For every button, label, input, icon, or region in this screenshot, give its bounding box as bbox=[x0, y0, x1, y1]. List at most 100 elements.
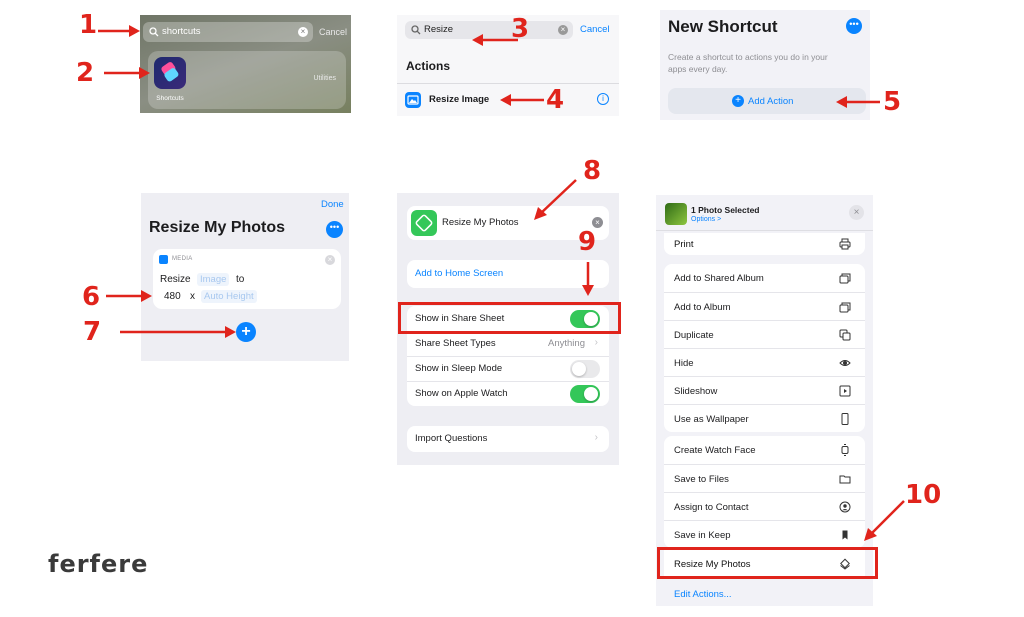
shortcuts-app-icon[interactable] bbox=[154, 57, 186, 89]
resize-my-photos-highlight bbox=[657, 547, 878, 579]
spotlight-panel: shortcuts × Cancel Shortcuts Utilities bbox=[140, 15, 351, 113]
sleep-mode-toggle[interactable] bbox=[570, 360, 600, 378]
ferfere-logo: FerFere bbox=[48, 550, 149, 578]
options-link[interactable]: Options > bbox=[691, 216, 721, 223]
arrow-2 bbox=[104, 67, 150, 79]
assign-to-contact-row[interactable]: Assign to Contact bbox=[664, 492, 865, 520]
share-sheet-header: 1 Photo Selected Options > × bbox=[656, 195, 873, 231]
arrow-7 bbox=[120, 326, 236, 338]
image-parameter[interactable]: Image bbox=[197, 273, 230, 286]
actions-search-value: Resize bbox=[424, 24, 454, 35]
bookmark-icon bbox=[842, 530, 848, 540]
editor-title: Resize My Photos bbox=[149, 219, 286, 236]
spotlight-search-field[interactable]: shortcuts × bbox=[143, 22, 313, 42]
duplicate-icon bbox=[839, 329, 851, 341]
search-icon bbox=[149, 27, 159, 37]
share-sheet-types-row[interactable]: Share Sheet Types Anything › bbox=[407, 331, 609, 356]
watch-icon bbox=[841, 444, 849, 456]
add-to-shared-album-row[interactable]: Add to Shared Album bbox=[664, 264, 865, 292]
arrow-4 bbox=[500, 94, 544, 106]
spotlight-result-row[interactable]: Shortcuts Utilities bbox=[148, 51, 346, 109]
to-label: to bbox=[236, 274, 245, 285]
share-sheet-types-value: Anything bbox=[548, 338, 585, 349]
times-label: x bbox=[190, 291, 195, 302]
shared-album-icon bbox=[839, 273, 851, 284]
import-questions-row[interactable]: Import Questions › bbox=[407, 426, 609, 452]
divider bbox=[397, 83, 619, 84]
save-to-files-row[interactable]: Save to Files bbox=[664, 464, 865, 492]
spotlight-search-value: shortcuts bbox=[162, 26, 201, 37]
duplicate-label: Duplicate bbox=[674, 330, 714, 341]
actions-cancel-button[interactable]: Cancel bbox=[580, 24, 610, 35]
apple-watch-toggle[interactable] bbox=[570, 385, 600, 403]
height-parameter[interactable]: Auto Height bbox=[201, 290, 257, 303]
edit-actions-link[interactable]: Edit Actions... bbox=[674, 589, 732, 600]
share-sheet-panel: 1 Photo Selected Options > × Print Add t… bbox=[656, 195, 873, 606]
resize-action-card[interactable]: MEDIA × Resize Image to 480 x Auto Heigh… bbox=[153, 249, 341, 309]
step-6-label: 6 bbox=[82, 282, 101, 312]
contact-icon bbox=[839, 501, 851, 513]
slideshow-label: Slideshow bbox=[674, 386, 718, 397]
card-category-label: MEDIA bbox=[172, 256, 193, 262]
hide-label: Hide bbox=[674, 358, 694, 369]
remove-action-icon[interactable]: × bbox=[325, 255, 335, 265]
photo-thumbnail bbox=[665, 203, 687, 225]
step-1-label: 1 bbox=[79, 10, 98, 40]
width-value[interactable]: 480 bbox=[164, 291, 181, 302]
search-icon bbox=[411, 25, 421, 35]
create-watch-face-label: Create Watch Face bbox=[674, 445, 756, 456]
clear-search-icon[interactable]: × bbox=[558, 25, 568, 35]
media-icon bbox=[159, 255, 168, 264]
shortcut-name-label: Resize My Photos bbox=[442, 217, 519, 228]
import-questions-label: Import Questions bbox=[415, 433, 488, 444]
add-to-album-row[interactable]: Add to Album bbox=[664, 292, 865, 320]
done-button[interactable]: Done bbox=[321, 199, 344, 210]
shortcuts-app-name: Shortcuts bbox=[156, 95, 184, 102]
close-icon[interactable]: × bbox=[849, 205, 864, 220]
plus-circle-icon: + bbox=[732, 95, 744, 107]
show-in-sleep-mode-label: Show in Sleep Mode bbox=[415, 363, 503, 374]
duplicate-row[interactable]: Duplicate bbox=[664, 320, 865, 348]
share-sheet-title: 1 Photo Selected bbox=[691, 205, 760, 215]
printer-icon bbox=[839, 238, 851, 250]
more-options-icon[interactable]: ••• bbox=[846, 18, 862, 34]
add-to-home-link[interactable]: Add to Home Screen bbox=[415, 268, 503, 279]
resize-verb: Resize bbox=[160, 274, 191, 285]
create-watch-face-row[interactable]: Create Watch Face bbox=[664, 436, 865, 464]
arrow-6 bbox=[106, 290, 152, 302]
step-10-label: 10 bbox=[905, 480, 942, 510]
album-icon bbox=[839, 302, 851, 313]
new-shortcut-description-1: Create a shortcut to actions you do in y… bbox=[668, 52, 828, 62]
step-8-label: 8 bbox=[583, 156, 602, 186]
step-3-label: 3 bbox=[511, 14, 530, 44]
add-action-plus-button[interactable]: + bbox=[236, 322, 256, 342]
print-label: Print bbox=[674, 239, 694, 250]
clear-search-icon[interactable]: × bbox=[298, 27, 308, 37]
resize-image-label: Resize Image bbox=[429, 94, 490, 105]
hide-row[interactable]: Hide bbox=[664, 348, 865, 376]
actions-group-2: Create Watch Face Save to Files Assign t… bbox=[664, 436, 865, 548]
app-category-label: Utilities bbox=[313, 75, 336, 82]
show-in-sleep-mode-row[interactable]: Show in Sleep Mode bbox=[407, 356, 609, 381]
arrow-5 bbox=[836, 96, 880, 108]
eye-icon bbox=[839, 360, 851, 366]
use-as-wallpaper-row[interactable]: Use as Wallpaper bbox=[664, 404, 865, 432]
add-to-album-label: Add to Album bbox=[674, 302, 731, 313]
save-in-keep-label: Save in Keep bbox=[674, 530, 731, 541]
add-to-home-row[interactable]: Add to Home Screen bbox=[407, 260, 609, 288]
add-to-shared-album-label: Add to Shared Album bbox=[674, 273, 764, 284]
slideshow-row[interactable]: Slideshow bbox=[664, 376, 865, 404]
print-row[interactable]: Print bbox=[664, 233, 865, 255]
step-2-label: 2 bbox=[76, 58, 95, 88]
chevron-right-icon: › bbox=[594, 432, 598, 443]
show-on-apple-watch-label: Show on Apple Watch bbox=[415, 388, 508, 399]
info-icon[interactable]: i bbox=[597, 93, 609, 105]
step-7-label: 7 bbox=[83, 317, 102, 347]
more-options-icon[interactable]: ••• bbox=[326, 221, 343, 238]
show-on-apple-watch-row[interactable]: Show on Apple Watch bbox=[407, 381, 609, 406]
step-4-label: 4 bbox=[546, 85, 565, 115]
save-in-keep-row[interactable]: Save in Keep bbox=[664, 520, 865, 548]
spotlight-cancel-button[interactable]: Cancel bbox=[319, 27, 347, 37]
step-9-label: 9 bbox=[578, 227, 597, 257]
arrow-8 bbox=[534, 179, 577, 220]
